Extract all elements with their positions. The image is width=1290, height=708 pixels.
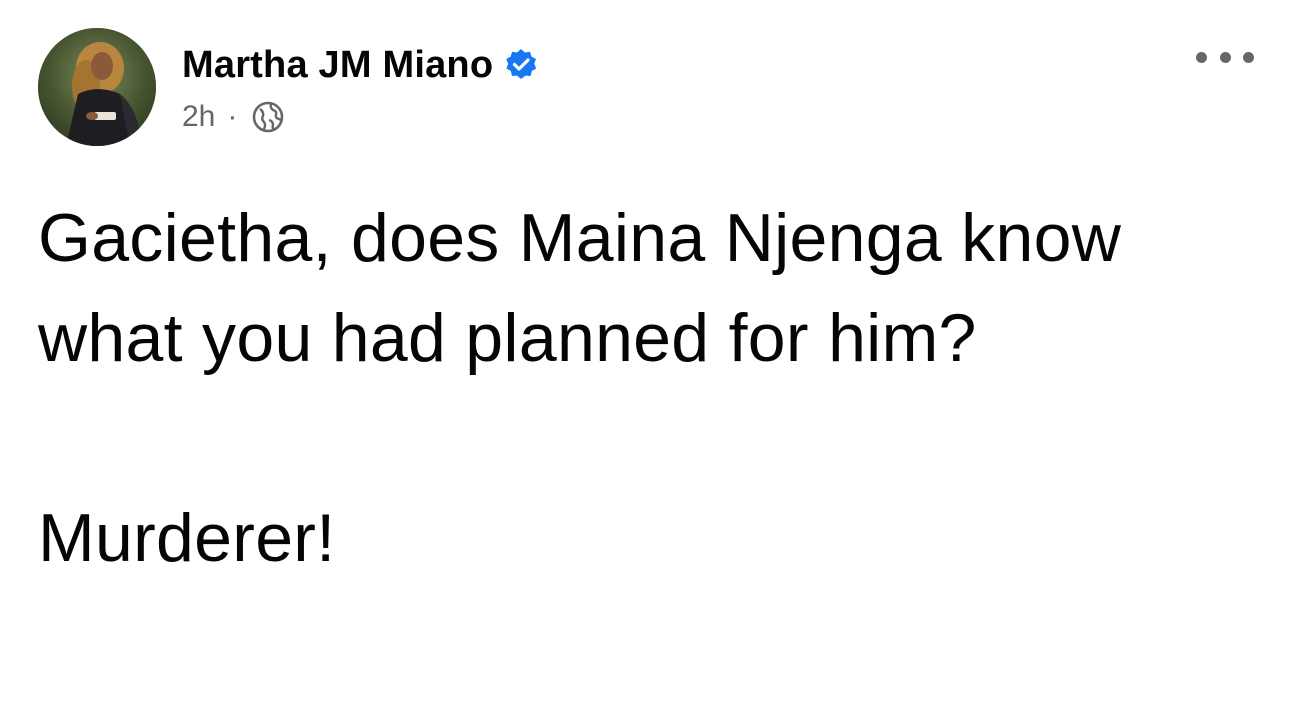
post-text-line: Murderer! — [38, 500, 336, 576]
more-options-icon[interactable] — [1196, 38, 1254, 76]
post-timestamp[interactable]: 2h — [182, 100, 215, 134]
post-meta: 2h · — [182, 96, 285, 138]
author-name[interactable]: Martha JM Miano — [182, 44, 493, 87]
avatar-photo — [38, 28, 156, 146]
more-dot — [1243, 51, 1254, 63]
meta-separator: · — [227, 100, 238, 133]
globe-icon[interactable] — [251, 100, 285, 134]
more-dot — [1219, 51, 1231, 63]
facebook-post: Martha JM Miano 2h · Gacietha, does Main… — [0, 0, 1290, 708]
author-header: Martha JM Miano — [182, 40, 539, 90]
more-dot — [1196, 51, 1207, 63]
post-text-line: Gacietha, does Maina Njenga know what yo… — [38, 200, 1122, 376]
author-avatar[interactable] — [38, 28, 156, 146]
post-body: Gacietha, does Maina Njenga know what yo… — [38, 188, 1258, 588]
verified-badge-icon — [503, 47, 539, 83]
